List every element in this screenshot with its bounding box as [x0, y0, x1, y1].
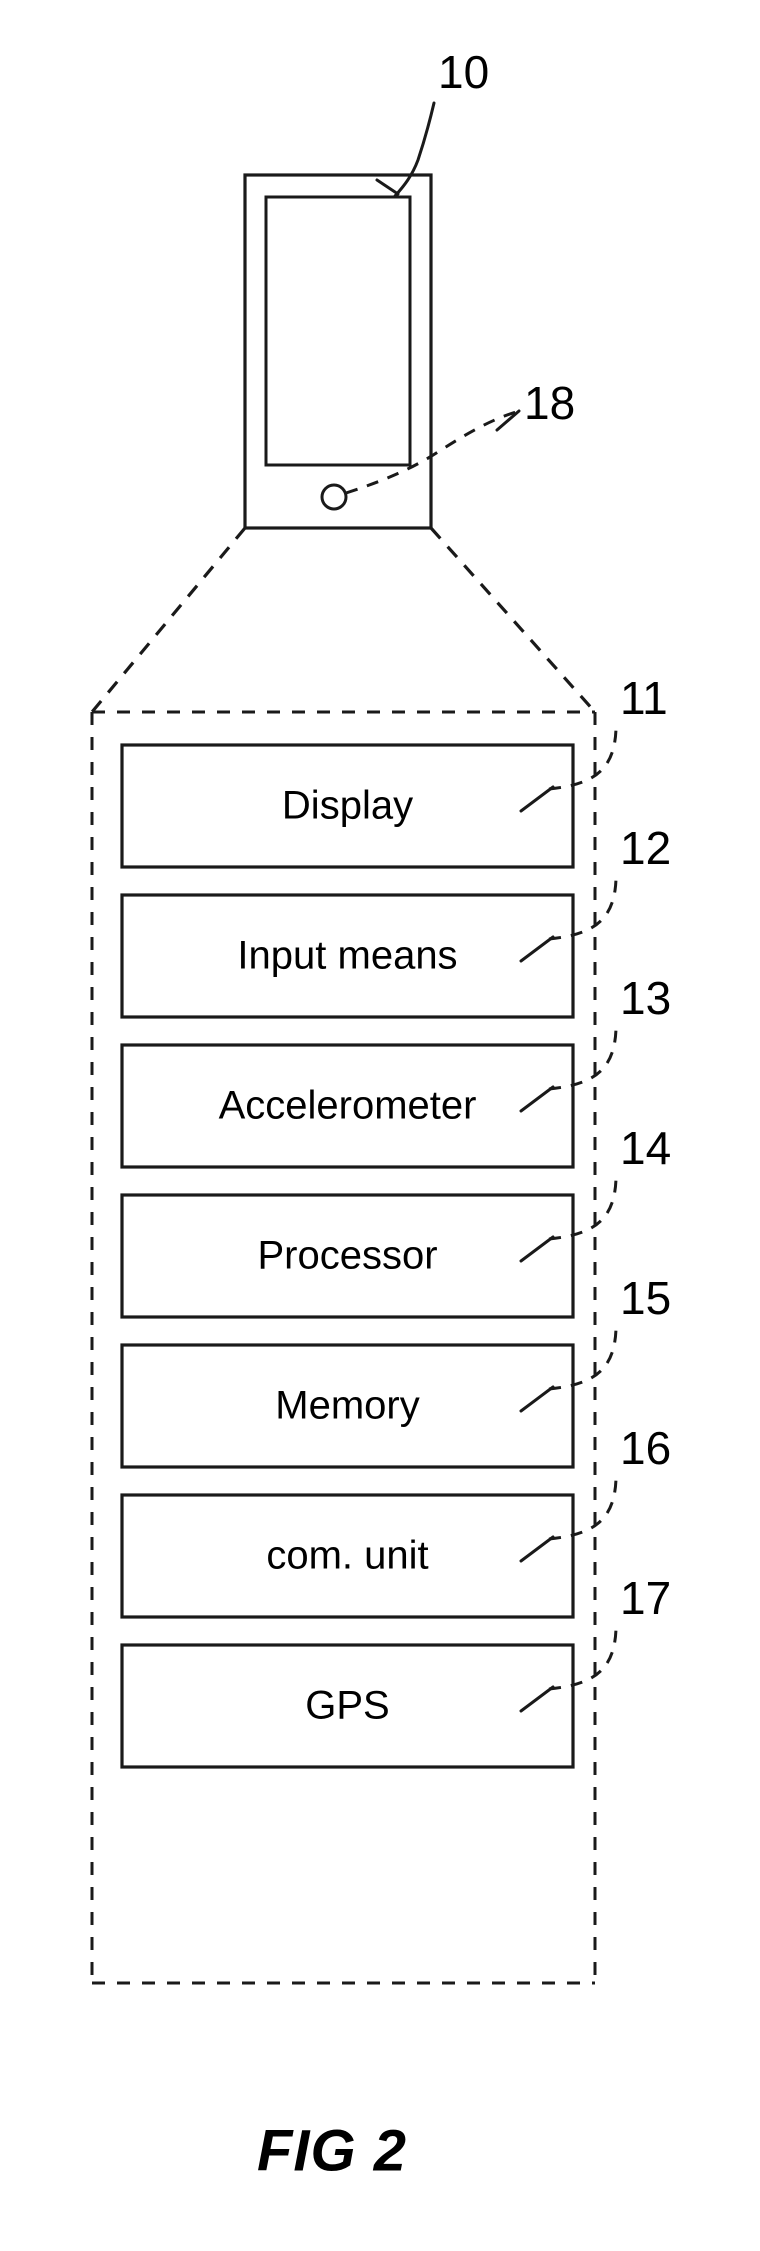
leader-line-11 — [548, 727, 618, 791]
phone-outer-body — [243, 173, 433, 530]
ref-label-16: 16 — [620, 1422, 671, 1474]
leader-tick-13 — [519, 1085, 555, 1113]
reference-12-group — [519, 877, 618, 963]
ref-label-15: 15 — [620, 1272, 671, 1324]
component-block-memory: Memory — [120, 1343, 575, 1469]
component-blocks-layer: Display Input means Accelerometer Processor… — [120, 743, 575, 1769]
leader-10-group — [375, 101, 436, 198]
reference-16-group — [519, 1477, 618, 1563]
reference-14-group — [519, 1177, 618, 1263]
expansion-line-left — [90, 526, 247, 714]
component-block-display: Display — [120, 743, 575, 869]
ref-label-18: 18 — [524, 377, 575, 429]
patent-figure-2: 10 18 Display Input means Accelerometer Pro… — [0, 0, 760, 2251]
reference-17-group — [519, 1627, 618, 1713]
ref-label-11: 11 — [620, 672, 668, 724]
leader-tick-15 — [519, 1385, 555, 1413]
ref-label-14: 14 — [620, 1122, 671, 1174]
leader-tick-10 — [375, 178, 400, 196]
leader-line-17 — [548, 1627, 618, 1691]
leader-tick-16 — [519, 1535, 555, 1563]
component-block-gps: GPS — [120, 1643, 575, 1769]
ref-label-12: 12 — [620, 822, 671, 874]
block-label-gps: GPS — [305, 1684, 389, 1728]
reference-11-group — [519, 727, 618, 813]
leader-tick-17 — [519, 1685, 555, 1713]
expansion-trapezoid — [90, 526, 597, 714]
component-block-input-means: Input means — [120, 893, 575, 1019]
block-label-processor: Processor — [257, 1234, 437, 1278]
leader-tick-11 — [519, 785, 555, 813]
device-block-container — [90, 710, 597, 1985]
block-label-input-means: Input means — [237, 934, 457, 978]
block-label-display: Display — [282, 784, 413, 828]
block-label-memory: Memory — [275, 1384, 419, 1428]
leader-line-13 — [548, 1027, 618, 1091]
figure-caption: FIG 2 — [257, 2118, 407, 2183]
block-label-com-unit: com. unit — [266, 1534, 428, 1578]
leader-line-10 — [393, 101, 436, 198]
reference-15-group — [519, 1327, 618, 1413]
camera-sensor-circle — [320, 483, 348, 511]
leader-tick-12 — [519, 935, 555, 963]
expansion-line-right — [429, 526, 597, 714]
phone-device-group — [243, 173, 433, 530]
leader-line-15 — [548, 1327, 618, 1391]
leader-line-14 — [548, 1177, 618, 1241]
component-block-com-unit: com. unit — [120, 1493, 575, 1619]
ref-label-13: 13 — [620, 972, 671, 1024]
reference-13-group — [519, 1027, 618, 1113]
component-block-accelerometer: Accelerometer — [120, 1043, 575, 1169]
leader-line-12 — [548, 877, 618, 941]
leader-tick-14 — [519, 1235, 555, 1263]
block-label-accelerometer: Accelerometer — [219, 1084, 477, 1128]
figure-canvas: 10 18 Display Input means Accelerometer Pro… — [90, 46, 671, 2183]
ref-label-17: 17 — [620, 1572, 671, 1624]
ref-label-10: 10 — [438, 46, 489, 98]
phone-screen — [264, 195, 412, 467]
component-block-processor: Processor — [120, 1193, 575, 1319]
leader-line-16 — [548, 1477, 618, 1541]
